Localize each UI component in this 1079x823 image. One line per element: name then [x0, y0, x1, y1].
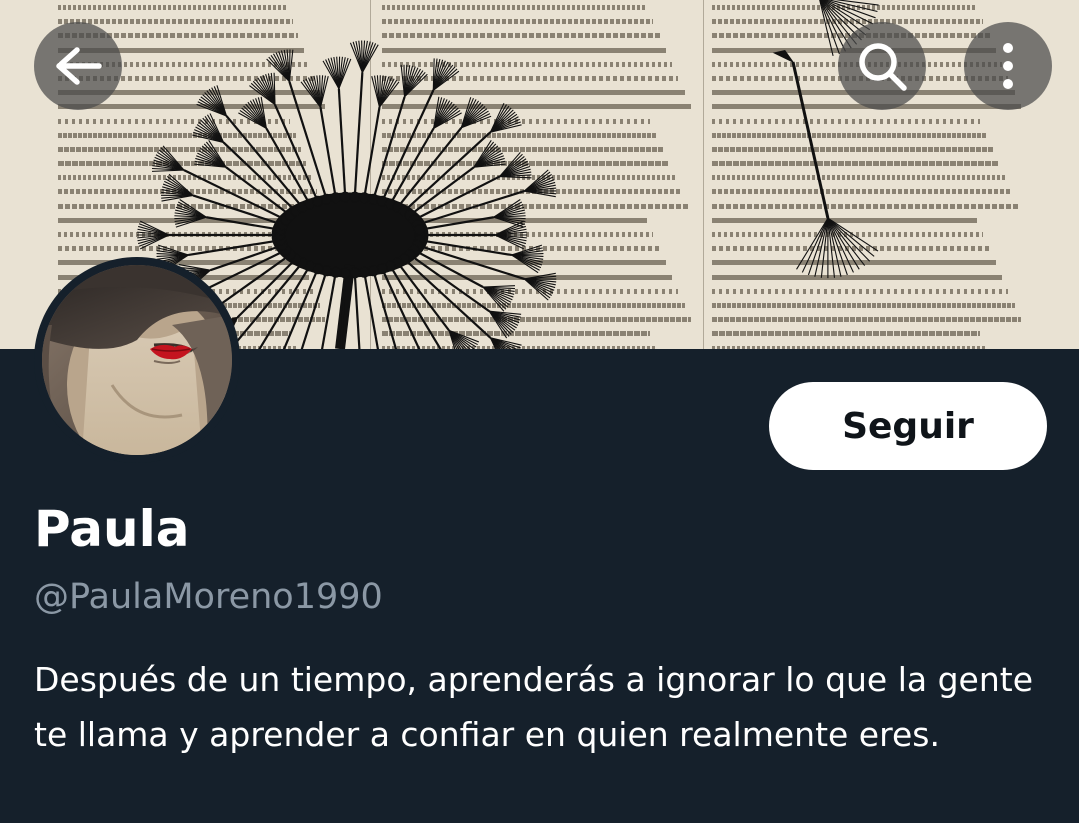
more-options-button[interactable] [964, 22, 1052, 110]
dandelion-stroke [403, 258, 492, 339]
profile-page: Seguir Paula @PaulaMoreno1990 Después de… [0, 0, 1079, 823]
dandelion-stroke [225, 115, 304, 208]
dandelion-stroke [363, 272, 380, 349]
dandelion-stroke [353, 72, 364, 198]
dandelion-stroke [419, 216, 494, 231]
dandelion-node [358, 266, 370, 278]
dandelion-stroke [814, 218, 829, 277]
profile-bio: Después de un tiempo, aprenderás a ignor… [34, 660, 1034, 754]
dandelion-stroke [419, 239, 512, 257]
display-name: Paula [34, 500, 190, 558]
dandelion-stroke [206, 216, 281, 231]
dandelion-stroke [337, 88, 347, 198]
follow-button[interactable]: Seguir [769, 382, 1047, 470]
back-button[interactable] [34, 22, 122, 110]
dandelion-node [358, 192, 370, 204]
user-handle[interactable]: @PaulaMoreno1990 [34, 573, 383, 621]
dandelion-node [330, 192, 342, 204]
dandelion-stroke [827, 217, 871, 262]
avatar[interactable] [34, 257, 240, 463]
more-vertical-icon [1003, 43, 1013, 89]
arrow-left-icon [56, 47, 102, 85]
dandelion-stroke [409, 166, 475, 217]
dandelion-stroke [353, 272, 361, 349]
dandelion-stroke [417, 244, 525, 280]
dandelion-stroke [499, 176, 532, 179]
dandelion-stroke [236, 258, 297, 319]
dandelion-stroke [389, 127, 435, 205]
dandelion-node [321, 193, 333, 205]
dandelion-stroke [188, 239, 281, 257]
dandelion-node [413, 224, 425, 236]
search-button[interactable] [838, 22, 926, 110]
dandelion-node [330, 266, 342, 278]
avatar-image [42, 265, 232, 455]
dandelion-node [349, 267, 361, 279]
dandelion-node [339, 267, 351, 279]
dandelion-stroke [222, 141, 297, 212]
dandelion-node [367, 265, 379, 277]
dandelion-stroke [229, 262, 304, 349]
dandelion-stroke [791, 61, 830, 219]
dandelion-stroke [801, 217, 829, 273]
dandelion-stroke [389, 265, 442, 349]
dandelion-stroke [381, 268, 421, 349]
dandelion-stroke [300, 270, 328, 349]
dandelion-node [349, 191, 361, 203]
dandelion-stroke [320, 272, 337, 349]
seed-tip [772, 50, 794, 63]
search-icon [859, 43, 907, 91]
dandelion-node [339, 191, 351, 203]
dandelion-stroke [372, 270, 398, 349]
